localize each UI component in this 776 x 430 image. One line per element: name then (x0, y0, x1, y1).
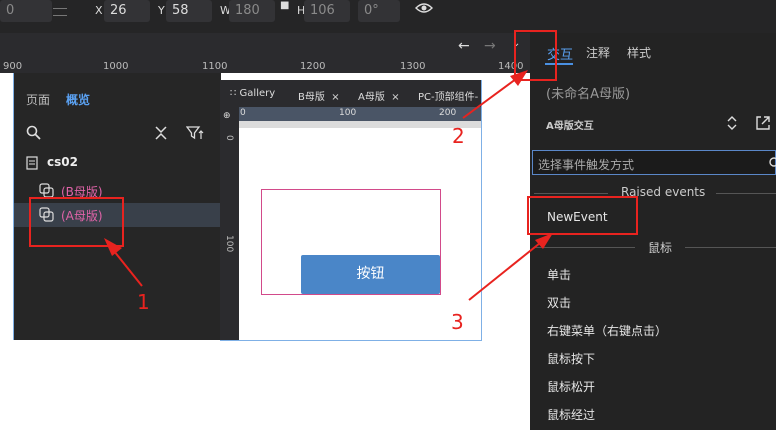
annotation-arrows (104, 70, 553, 301)
annotation-number-3: 3 (451, 310, 464, 334)
annotation-number-1: 1 (137, 290, 150, 314)
annotation-number-2: 2 (452, 124, 465, 148)
